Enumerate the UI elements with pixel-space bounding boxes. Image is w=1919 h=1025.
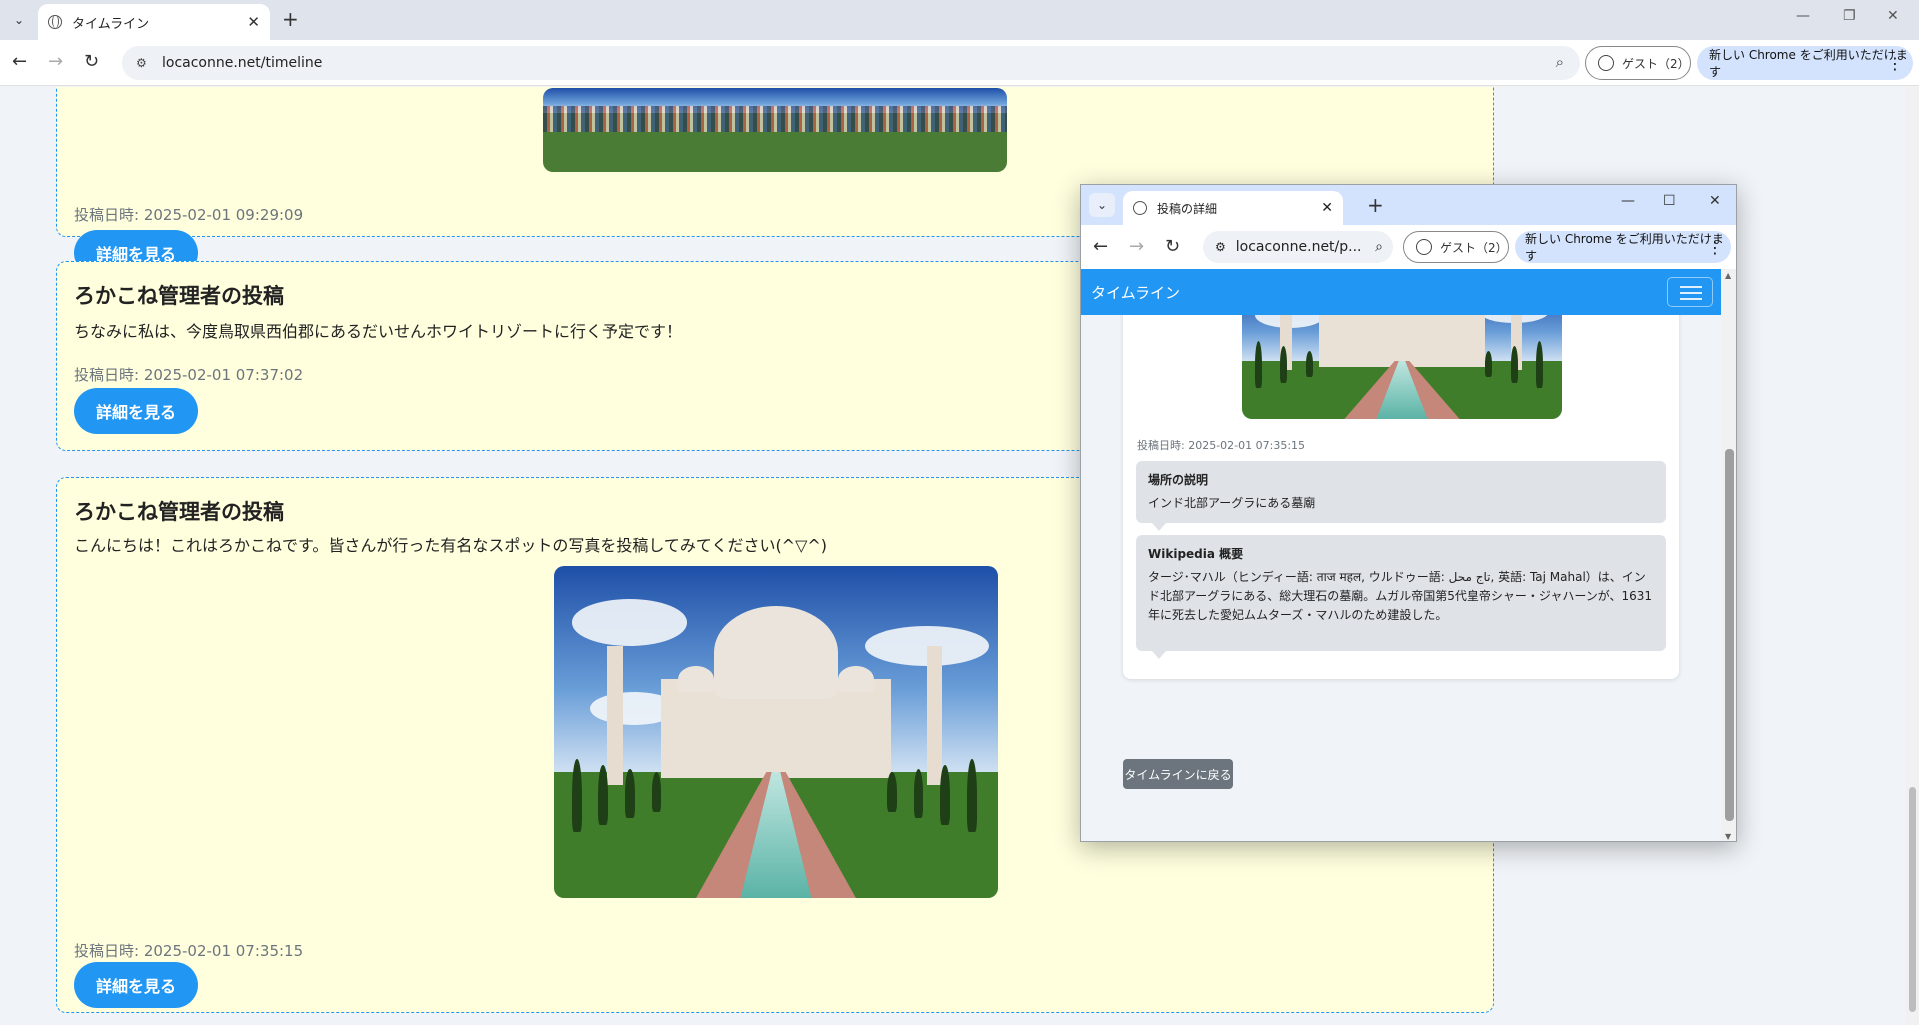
popup-maximize-icon[interactable]: ☐ <box>1663 193 1676 209</box>
post-title: ろかこね管理者の投稿 <box>74 284 284 308</box>
wikipedia-heading: Wikipedia 概要 <box>1148 547 1244 561</box>
tab-title: タイムライン <box>72 16 150 32</box>
post-body: ちなみに私は、今度鳥取県西伯郡にあるだいせんホワイトリゾートに行く予定です！ <box>74 322 683 341</box>
location-description-box: 場所の説明 インド北部アーグラにある墓廟 <box>1136 461 1666 531</box>
popup-menu-dots-icon[interactable]: ⋮ <box>1707 238 1723 257</box>
popup-navbar: タイムライン <box>1081 269 1721 315</box>
chrome-update-button[interactable]: 新しい Chrome をご利用いただけます ⋮ <box>1697 46 1913 80</box>
post-title: ろかこね管理者の投稿 <box>74 500 284 524</box>
tab-close-icon[interactable]: ✕ <box>247 13 260 31</box>
wikipedia-summary-box: Wikipedia 概要 タージ･マハル（ヒンディー語: ताज महल, ウル… <box>1136 535 1666 659</box>
restore-icon[interactable]: ❐ <box>1843 8 1856 24</box>
new-tab-plus-icon[interactable]: + <box>282 8 299 30</box>
view-details-button[interactable]: 詳細を見る <box>74 388 198 434</box>
address-bar[interactable]: ⚙ locaconne.net/timeline ⌕ <box>122 46 1580 80</box>
popup-profile-icon <box>1416 239 1432 255</box>
detail-post-date: 投稿日時: 2025-02-01 07:35:15 <box>1137 439 1306 452</box>
popup-tab-close-icon[interactable]: ✕ <box>1321 200 1333 216</box>
popup-back-arrow-icon[interactable]: ← <box>1093 236 1108 258</box>
reload-icon[interactable]: ↻ <box>84 51 99 73</box>
popup-guest-label: ゲスト（2） <box>1440 240 1508 255</box>
navbar-brand[interactable]: タイムライン <box>1091 282 1180 303</box>
close-window-icon[interactable]: ✕ <box>1887 8 1899 24</box>
popup-address-bar[interactable]: ⚙ locaconne.net/p... ⌕ <box>1203 231 1393 263</box>
zoom-magnifier-icon[interactable]: ⌕ <box>1556 53 1564 71</box>
post-date: 投稿日時: 2025-02-01 07:35:15 <box>74 942 304 960</box>
popup-reload-icon[interactable]: ↻ <box>1165 236 1180 258</box>
minimize-icon[interactable]: — <box>1796 8 1810 24</box>
popup-zoom-magnifier-icon[interactable]: ⌕ <box>1375 239 1383 255</box>
popup-promo-label: 新しい Chrome をご利用いただけます <box>1525 232 1724 263</box>
browser-toolbar: ← → ↻ ⚙ locaconne.net/timeline ⌕ ゲスト（2） … <box>0 40 1919 86</box>
wikipedia-text: タージ･マハル（ヒンディー語: ताज महल, ウルドゥー語: تاج محل… <box>1148 570 1653 622</box>
popup-chrome-update-button[interactable]: 新しい Chrome をご利用いただけます ⋮ <box>1515 231 1731 263</box>
scroll-up-arrow-icon[interactable]: ▲ <box>1725 271 1731 280</box>
popup-tab-post-detail[interactable]: 投稿の詳細 ✕ <box>1123 191 1343 225</box>
globe-icon <box>48 15 62 29</box>
popup-close-window-icon[interactable]: ✕ <box>1709 193 1721 209</box>
back-to-timeline-button[interactable]: タイムラインに戻る <box>1123 759 1233 789</box>
globe-icon <box>1133 201 1147 215</box>
popup-forward-arrow-icon[interactable]: → <box>1129 236 1144 258</box>
post-date: 投稿日時: 2025-02-01 09:29:09 <box>74 206 304 224</box>
post-photo <box>543 88 1007 172</box>
address-url: locaconne.net/timeline <box>162 55 323 71</box>
popup-scrollbar[interactable]: ▲ ▼ <box>1721 269 1736 841</box>
post-detail-card: 投稿日時: 2025-02-01 07:35:15 場所の説明 インド北部アーグ… <box>1123 289 1679 679</box>
location-heading: 場所の説明 <box>1148 473 1209 487</box>
guest-label: ゲスト（2） <box>1622 56 1690 71</box>
post-date: 投稿日時: 2025-02-01 07:37:02 <box>74 366 304 384</box>
tab-search-chevron-icon[interactable]: ⌄ <box>6 8 32 32</box>
scroll-down-arrow-icon[interactable]: ▼ <box>1725 832 1731 841</box>
site-info-icon[interactable]: ⚙ <box>136 56 150 70</box>
post-detail-window: ⌄ 投稿の詳細 ✕ + — ☐ ✕ ← → ↻ ⚙ locaconne.net/… <box>1080 184 1737 842</box>
page-scrollbar[interactable] <box>1906 87 1919 1025</box>
view-details-button[interactable]: 詳細を見る <box>74 962 198 1008</box>
popup-tab-title: 投稿の詳細 <box>1157 201 1218 216</box>
popup-tab-search-chevron-icon[interactable]: ⌄ <box>1089 193 1115 217</box>
post-body: こんにちは！これはろかこねです。皆さんが行った有名なスポットの写真を投稿してみて… <box>74 536 828 555</box>
tab-strip: ⌄ タイムライン ✕ + — ❐ ✕ <box>0 0 1919 40</box>
location-text: インド北部アーグラにある墓廟 <box>1148 496 1316 510</box>
tab-timeline[interactable]: タイムライン ✕ <box>38 4 270 40</box>
popup-tab-strip: ⌄ 投稿の詳細 ✕ + — ☐ ✕ <box>1081 185 1736 225</box>
guest-profile-button[interactable]: ゲスト（2） <box>1585 46 1691 80</box>
hamburger-menu-icon[interactable] <box>1667 277 1713 307</box>
promo-label: 新しい Chrome をご利用いただけます <box>1709 48 1908 79</box>
post-detail-page: 投稿日時: 2025-02-01 07:35:15 場所の説明 インド北部アーグ… <box>1081 269 1721 841</box>
popup-scrollbar-thumb[interactable] <box>1725 449 1734 821</box>
popup-minimize-icon[interactable]: — <box>1621 193 1635 209</box>
back-arrow-icon[interactable]: ← <box>12 51 27 73</box>
profile-icon <box>1598 55 1614 71</box>
popup-toolbar: ← → ↻ ⚙ locaconne.net/p... ⌕ ゲスト（2） 新しい … <box>1081 225 1736 269</box>
popup-guest-profile-button[interactable]: ゲスト（2） <box>1403 231 1509 263</box>
menu-dots-icon[interactable]: ⋮ <box>1887 54 1903 73</box>
post-photo-taj-mahal <box>554 566 998 898</box>
forward-arrow-icon[interactable]: → <box>48 51 63 73</box>
scrollbar-thumb[interactable] <box>1909 787 1916 1012</box>
popup-address-url: locaconne.net/p... <box>1235 239 1362 255</box>
popup-site-info-icon[interactable]: ⚙ <box>1215 240 1226 254</box>
popup-new-tab-plus-icon[interactable]: + <box>1367 193 1384 217</box>
